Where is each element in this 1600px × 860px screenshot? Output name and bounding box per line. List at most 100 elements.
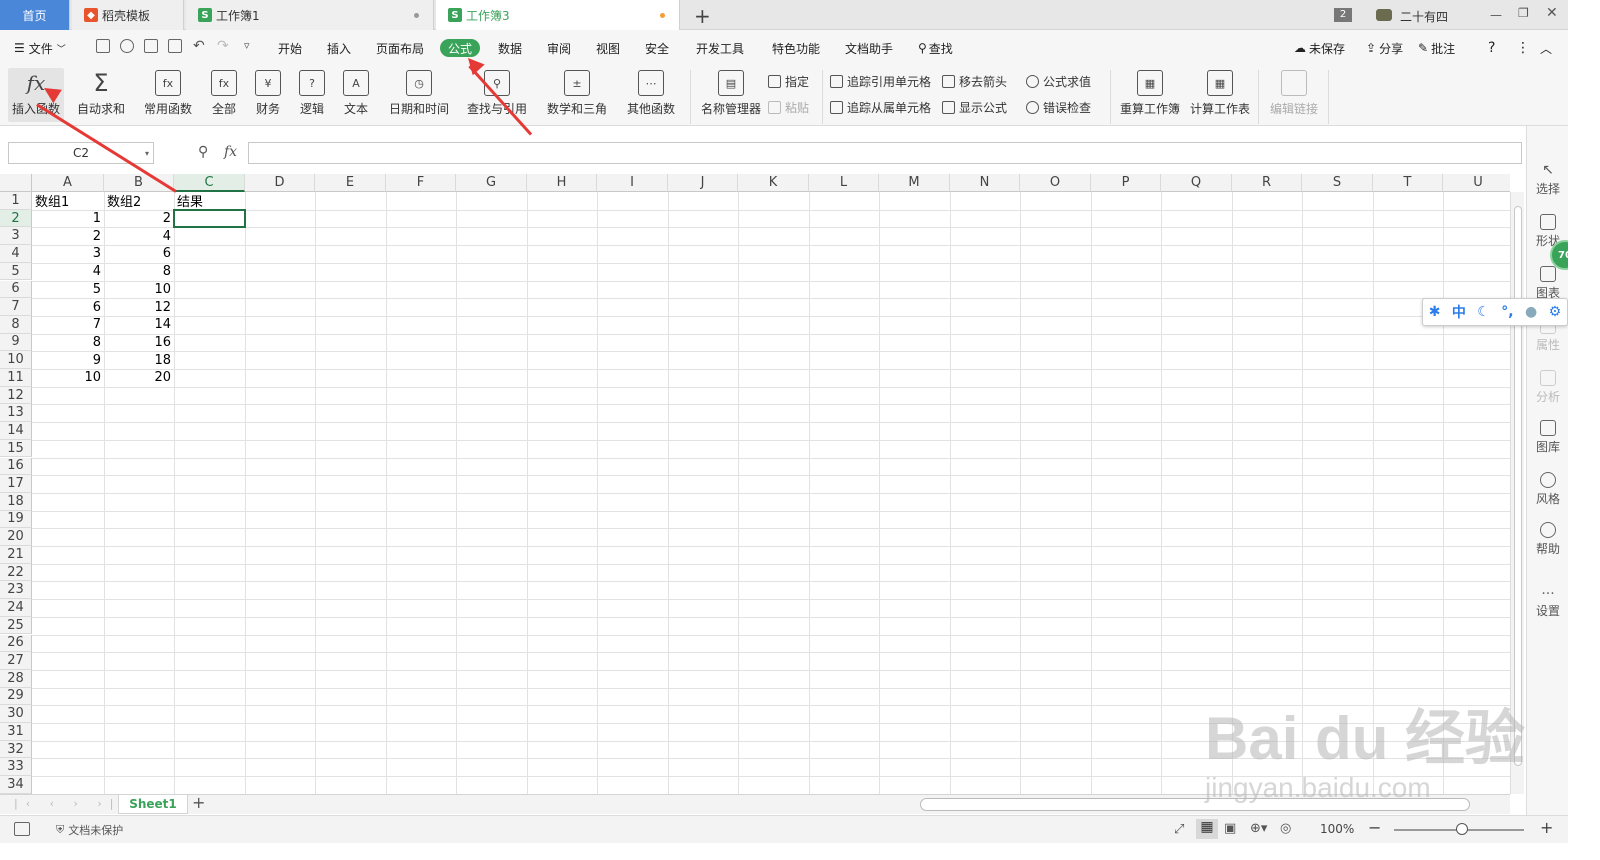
row-header-16[interactable]: 16 <box>0 457 32 476</box>
menu-review[interactable]: 审阅 <box>547 39 571 57</box>
tab-workbook3[interactable]: S 工作簿3 <box>436 0 680 30</box>
row-header-26[interactable]: 26 <box>0 634 32 653</box>
menu-insert[interactable]: 插入 <box>327 39 351 57</box>
trace-precedents-button[interactable]: 追踪引用单元格 <box>830 72 931 90</box>
sidebar-item-help[interactable]: 帮助 <box>1527 522 1568 557</box>
select-all-corner[interactable] <box>0 174 32 192</box>
column-header-c[interactable]: C <box>174 174 245 192</box>
customize-quick-access-icon[interactable]: ▿ <box>244 39 250 52</box>
menu-view[interactable]: 视图 <box>596 39 620 57</box>
menu-doc-assistant[interactable]: 文档助手 <box>845 39 893 57</box>
row-header-4[interactable]: 4 <box>0 245 32 263</box>
cell-a2[interactable]: 1 <box>32 210 104 228</box>
cell-b1[interactable]: 数组2 <box>104 192 174 209</box>
row-header-22[interactable]: 22 <box>0 563 32 582</box>
print-icon[interactable] <box>144 39 158 53</box>
more-icon[interactable]: ⋮ <box>1516 39 1530 57</box>
sidebar-item-style[interactable]: 风格 <box>1527 472 1568 507</box>
row-header-15[interactable]: 15 <box>0 439 32 458</box>
column-header-u[interactable]: U <box>1443 174 1510 192</box>
row-header-23[interactable]: 23 <box>0 581 32 600</box>
cell-a10[interactable]: 9 <box>32 351 104 369</box>
print-preview-icon[interactable] <box>168 39 182 53</box>
normal-view-icon[interactable]: ▦ <box>1196 819 1218 839</box>
help-icon[interactable]: ? <box>1488 39 1495 57</box>
row-header-31[interactable]: 31 <box>0 723 32 741</box>
sidebar-item-select[interactable]: ↖ 选择 <box>1527 162 1568 197</box>
selected-cell-c2[interactable] <box>173 208 246 229</box>
file-menu[interactable]: ☰ 文件 ﹀ <box>14 39 66 57</box>
avatar[interactable] <box>1376 9 1392 21</box>
all-functions-button[interactable]: fx 全部 <box>206 68 242 122</box>
column-header-e[interactable]: E <box>315 174 386 192</box>
common-functions-button[interactable]: fx 常用函数 <box>140 68 196 122</box>
menu-start[interactable]: 开始 <box>278 39 302 57</box>
ime-toolbar[interactable]: ✱ 中 ☾ °, ● ⚙ <box>1422 298 1568 326</box>
row-header-25[interactable]: 25 <box>0 616 32 635</box>
text-functions-button[interactable]: A 文本 <box>338 68 374 122</box>
column-header-i[interactable]: I <box>597 174 668 192</box>
comment-button[interactable]: ✎ 批注 <box>1418 39 1455 57</box>
row-header-8[interactable]: 8 <box>0 315 32 334</box>
cell-a1[interactable]: 数组1 <box>32 192 104 209</box>
undo-icon[interactable]: ↶ <box>193 38 205 54</box>
fullscreen-icon[interactable]: ⤢ <box>1174 822 1184 837</box>
column-header-s[interactable]: S <box>1302 174 1373 192</box>
column-header-q[interactable]: Q <box>1161 174 1232 192</box>
row-header-32[interactable]: 32 <box>0 740 32 759</box>
row-header-7[interactable]: 7 <box>0 298 32 316</box>
cell-a3[interactable]: 2 <box>32 227 104 245</box>
column-header-l[interactable]: L <box>809 174 879 192</box>
minimize-icon[interactable]: — <box>1490 8 1502 22</box>
cell-b9[interactable]: 16 <box>104 334 174 352</box>
row-header-28[interactable]: 28 <box>0 669 32 688</box>
row-header-2[interactable]: 2 <box>0 209 32 228</box>
cell-b8[interactable]: 14 <box>104 316 174 334</box>
column-header-n[interactable]: N <box>950 174 1020 192</box>
cell-b11[interactable]: 20 <box>104 369 174 387</box>
row-header-5[interactable]: 5 <box>0 262 32 281</box>
row-header-3[interactable]: 3 <box>0 227 32 246</box>
row-header-6[interactable]: 6 <box>0 280 32 299</box>
row-header-13[interactable]: 13 <box>0 404 32 423</box>
cell-b6[interactable]: 10 <box>104 281 174 299</box>
row-header-34[interactable]: 34 <box>0 776 32 794</box>
menu-features[interactable]: 特色功能 <box>772 39 820 57</box>
column-header-p[interactable]: P <box>1091 174 1161 192</box>
user-icon[interactable]: ● <box>1525 304 1537 320</box>
error-check-button[interactable]: 错误检查 <box>1026 98 1091 116</box>
paste-name-button[interactable]: 粘贴 <box>768 98 809 116</box>
cell-c1[interactable]: 结果 <box>174 192 245 209</box>
zoom-slider-thumb[interactable] <box>1456 823 1468 835</box>
row-header-1[interactable]: 1 <box>0 192 32 210</box>
scrollbar-thumb[interactable] <box>1514 206 1522 766</box>
tab-workbook1[interactable]: S 工作簿1 <box>186 0 434 30</box>
row-header-33[interactable]: 33 <box>0 758 32 777</box>
add-sheet-button[interactable]: + <box>192 793 205 812</box>
macro-icon[interactable] <box>14 822 30 836</box>
financial-button[interactable]: ¥ 财务 <box>250 68 286 122</box>
row-header-24[interactable]: 24 <box>0 599 32 617</box>
sidebar-item-analysis[interactable]: 分析 <box>1527 370 1568 405</box>
column-header-f[interactable]: F <box>386 174 456 192</box>
row-header-17[interactable]: 17 <box>0 475 32 493</box>
cell-b4[interactable]: 6 <box>104 245 174 263</box>
show-formulas-button[interactable]: 显示公式 <box>942 98 1007 116</box>
column-header-j[interactable]: J <box>668 174 738 192</box>
restore-icon[interactable]: ❐ <box>1518 6 1529 20</box>
column-header-o[interactable]: O <box>1020 174 1091 192</box>
eye-protection-icon[interactable]: ◎ <box>1280 821 1291 836</box>
menu-security[interactable]: 安全 <box>645 39 669 57</box>
calc-sheet-button[interactable]: ▦ 计算工作表 <box>1188 68 1252 122</box>
column-header-a[interactable]: A <box>32 174 104 192</box>
row-header-14[interactable]: 14 <box>0 422 32 440</box>
cell-a11[interactable]: 10 <box>32 369 104 387</box>
row-header-30[interactable]: 30 <box>0 705 32 723</box>
unsaved-status[interactable]: ☁ 未保存 <box>1294 39 1345 57</box>
close-icon[interactable]: ✕ <box>1546 5 1558 21</box>
row-header-21[interactable]: 21 <box>0 546 32 564</box>
row-header-9[interactable]: 9 <box>0 333 32 352</box>
cell-b3[interactable]: 4 <box>104 227 174 245</box>
sidebar-item-chart[interactable]: 图表 <box>1527 266 1568 301</box>
name-box[interactable]: C2 ▾ <box>8 142 154 164</box>
